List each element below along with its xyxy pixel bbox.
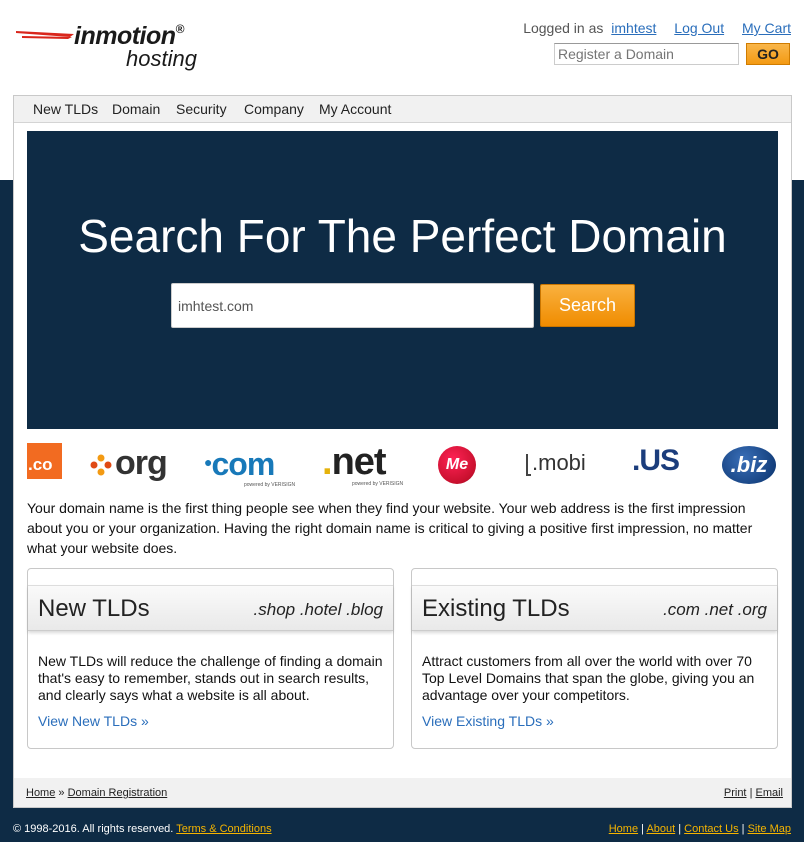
new-tlds-card-tags: .shop .hotel .blog	[253, 600, 383, 619]
copyright-text: © 1998-2016. All rights reserved.	[13, 823, 174, 835]
tld-com-text: com	[211, 446, 275, 482]
main-nav: New TLDs Domain Security Company My Acco…	[14, 96, 791, 123]
breadcrumb-bar: Home » Domain Registration Print | Email	[14, 778, 791, 807]
cart-link[interactable]: My Cart	[742, 20, 791, 36]
existing-tlds-card-tags: .com .net .org	[663, 600, 767, 619]
nav-item-security[interactable]: Security	[176, 101, 227, 117]
footer-contact-link[interactable]: Contact Us	[684, 823, 738, 835]
page-tools-separator: |	[749, 787, 753, 799]
breadcrumb-separator: »	[58, 787, 65, 799]
com-powered-by: powered by VERISIGN	[244, 482, 296, 488]
footer-links: Home | About | Contact Us | Site Map	[609, 823, 791, 835]
mobi-bracket-icon	[526, 454, 531, 476]
tld-co-logo[interactable]: .co	[27, 443, 62, 479]
nav-item-my-account[interactable]: My Account	[319, 101, 391, 117]
existing-tlds-card-title: Existing TLDs	[422, 595, 570, 622]
footer-separator: |	[641, 823, 644, 835]
tld-net-text: net	[331, 441, 387, 483]
existing-tlds-card-text: Attract customers from all over the worl…	[422, 653, 755, 703]
account-links: Logged in as imhtest Log Out My Cart	[523, 20, 791, 36]
footer-separator: |	[741, 823, 745, 835]
go-button[interactable]: GO	[746, 43, 790, 65]
new-tlds-card: New TLDs .shop .hotel .blog New TLDs wil…	[27, 568, 394, 749]
footer-sitemap-link[interactable]: Site Map	[748, 823, 791, 835]
tld-biz-logo[interactable]: .biz	[722, 446, 776, 484]
logged-in-label: Logged in as	[523, 20, 604, 36]
breadcrumb-home-link[interactable]: Home	[26, 787, 55, 799]
tld-org-text: org	[115, 444, 168, 482]
tld-mobi-text: .mobi	[532, 450, 586, 475]
existing-tlds-card: Existing TLDs .com .net .org Attract cus…	[411, 568, 778, 749]
logo-subtext: hosting	[126, 46, 197, 71]
breadcrumb: Home » Domain Registration	[26, 787, 167, 799]
tld-com-logo[interactable]: ●com powered by VERISIGN	[204, 446, 295, 488]
nav-item-new-tlds[interactable]: New TLDs	[33, 101, 98, 117]
terms-link[interactable]: Terms & Conditions	[176, 823, 271, 835]
footer-separator: |	[678, 823, 682, 835]
nav-item-domain[interactable]: Domain	[112, 101, 160, 117]
tld-us-logo[interactable]: .US	[632, 444, 680, 484]
net-dot: .	[322, 441, 333, 483]
logo-swoosh-icon	[16, 31, 74, 39]
breadcrumb-current-link[interactable]: Domain Registration	[68, 787, 168, 799]
main-container: New TLDs Domain Security Company My Acco…	[13, 95, 792, 808]
logout-link[interactable]: Log Out	[674, 20, 724, 36]
view-existing-tlds-link[interactable]: View Existing TLDs »	[422, 713, 554, 729]
search-button[interactable]: Search	[540, 284, 635, 327]
view-new-tlds-link[interactable]: View New TLDs »	[38, 713, 149, 729]
new-tlds-card-text: New TLDs will reduce the challenge of fi…	[38, 653, 383, 703]
hero-search-panel: Search For The Perfect Domain Search	[27, 131, 778, 429]
username-link[interactable]: imhtest	[611, 20, 656, 36]
new-tlds-card-title: New TLDs	[38, 595, 150, 622]
new-tlds-card-header: New TLDs .shop .hotel .blog	[28, 585, 393, 631]
tld-me-logo[interactable]: Me	[438, 446, 476, 484]
tld-mobi-logo[interactable]: .mobi	[526, 450, 586, 490]
footer-about-link[interactable]: About	[646, 823, 675, 835]
intro-paragraph: Your domain name is the first thing peop…	[27, 500, 753, 556]
existing-tlds-card-header: Existing TLDs .com .net .org	[412, 585, 777, 631]
footer-home-link[interactable]: Home	[609, 823, 638, 835]
nav-item-company[interactable]: Company	[244, 101, 304, 117]
footer-copyright: © 1998-2016. All rights reserved. Terms …	[13, 823, 272, 835]
hero-title: Search For The Perfect Domain	[78, 210, 727, 262]
tld-org-logo[interactable]: org	[90, 444, 168, 484]
email-link[interactable]: Email	[755, 787, 783, 799]
org-flower-icon	[90, 454, 112, 476]
print-link[interactable]: Print	[724, 787, 747, 799]
domain-search-input[interactable]	[171, 283, 534, 328]
tld-net-logo[interactable]: .net powered by VERISIGN	[322, 441, 403, 487]
page-tools: Print | Email	[724, 787, 783, 799]
com-dot-icon: ●	[204, 454, 213, 470]
inmotion-hosting-logo[interactable]: inmotion® hosting	[16, 22, 216, 74]
net-powered-by: powered by VERISIGN	[352, 481, 404, 487]
register-domain-input[interactable]	[554, 43, 739, 65]
